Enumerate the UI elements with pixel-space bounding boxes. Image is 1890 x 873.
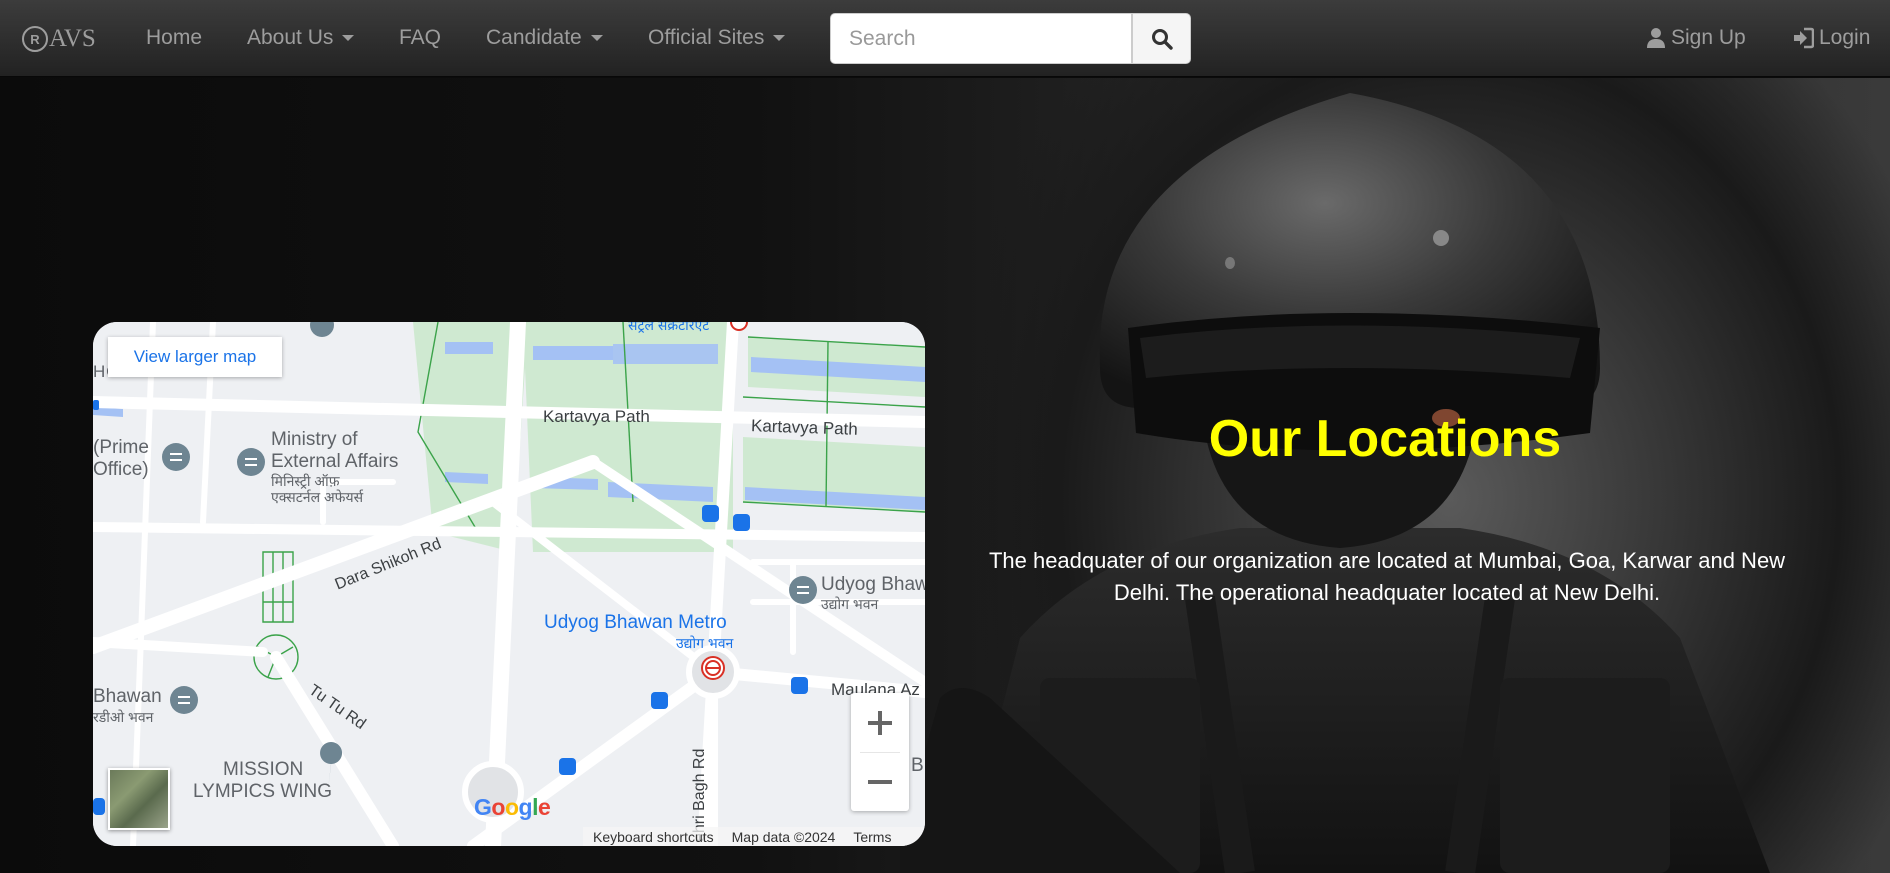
nav-candidate-dropdown[interactable]: Candidate <box>486 26 603 50</box>
map-label-mea-hindi-2: एक्सटर्नल अफेयर्स <box>271 489 364 505</box>
google-logo-letter: o <box>504 794 519 820</box>
nav-official-sites-dropdown[interactable]: Official Sites <box>648 26 786 50</box>
map-zoom-control <box>851 693 909 811</box>
plus-icon <box>868 710 892 735</box>
embedded-map[interactable]: HOME AFFAIRS सेंट्रल सेक्रेटेरिएट Kartav… <box>93 322 925 846</box>
chevron-down-icon <box>773 35 786 41</box>
login-label: Login <box>1819 26 1871 49</box>
zoom-in-button[interactable] <box>851 693 909 752</box>
map-label-bhawan: Bhawan <box>93 686 162 707</box>
map-label-prime-office-2: Office) <box>93 459 149 480</box>
locations-description: The headquater of our organization are l… <box>988 548 1786 605</box>
map-label-central-secretariat-hindi: सेंट्रल सेक्रेटेरिएट <box>628 322 710 333</box>
map-label-mission-1: MISSION <box>223 759 304 780</box>
nav-home-label: Home <box>146 26 203 49</box>
map-label-mea-2: External Affairs <box>271 451 399 472</box>
map-canvas[interactable] <box>93 322 925 846</box>
map-label-mission-2: LYMPICS WING <box>193 781 332 802</box>
chevron-down-icon <box>590 35 603 41</box>
nav-home[interactable]: Home <box>146 26 202 50</box>
map-data-text: Map data ©2024 <box>731 828 836 845</box>
map-label-udyog-bhawan-metro-hindi: उद्योग भवन <box>676 635 734 651</box>
nav-official-sites-label: Official Sites <box>648 26 765 49</box>
soldier-background-image <box>900 93 1770 873</box>
map-label-udyog-bhawan-hindi: उद्योग भवन <box>821 596 879 612</box>
terms-link[interactable]: Terms <box>853 829 891 845</box>
top-navbar: R AVS Home About Us FAQ Candidate Offici… <box>0 0 1890 77</box>
brand-name: AVS <box>49 25 96 52</box>
nav-candidate-label: Candidate <box>486 26 582 49</box>
sign-up-label: Sign Up <box>1671 26 1746 49</box>
zoom-out-button[interactable] <box>851 752 909 811</box>
google-logo: Google <box>474 794 551 821</box>
map-label-udyog-bhawan-metro: Udyog Bhawan Metro <box>544 612 727 633</box>
keyboard-shortcuts-link[interactable]: Keyboard shortcuts <box>593 829 714 845</box>
map-label-mea-1: Ministry of <box>271 429 358 450</box>
page-title: Our Locations <box>1208 410 1562 468</box>
map-label-kartavya-path-1: Kartavya Path <box>543 407 650 426</box>
google-logo-letter: o <box>491 794 505 820</box>
map-label-b: B <box>911 755 924 776</box>
login-link[interactable]: Login <box>1792 26 1870 50</box>
nav-faq-label: FAQ <box>399 26 442 49</box>
satellite-view-toggle[interactable] <box>108 768 170 830</box>
google-logo-letter: G <box>474 794 492 820</box>
nav-faq[interactable]: FAQ <box>399 26 441 50</box>
map-label-bhawan-hindi: रडीओ भवन <box>93 709 154 725</box>
google-logo-letter: e <box>537 794 551 820</box>
user-icon <box>1647 28 1665 48</box>
nav-about-dropdown[interactable]: About Us <box>247 26 355 50</box>
google-logo-letter: g <box>518 794 533 820</box>
log-in-icon <box>1794 27 1814 49</box>
map-attribution: Keyboard shortcuts Map data ©2024 Terms <box>583 827 925 846</box>
chevron-down-icon <box>342 35 355 41</box>
view-larger-map-link[interactable]: View larger map <box>108 337 282 377</box>
search-button[interactable] <box>1132 13 1191 64</box>
minus-icon <box>868 779 892 784</box>
search-icon <box>1151 28 1173 50</box>
map-label-udyog-bhawan: Udyog Bhaw <box>821 574 925 595</box>
registered-icon: R <box>22 26 48 52</box>
sign-up-link[interactable]: Sign Up <box>1646 26 1746 50</box>
map-label-prime-office-1: (Prime <box>93 437 149 458</box>
search-input[interactable] <box>830 13 1132 64</box>
nav-about-label: About Us <box>247 26 334 49</box>
brand-logo[interactable]: R AVS <box>22 22 96 56</box>
map-label-kartavya-path-2: Kartavya Path <box>750 416 859 439</box>
